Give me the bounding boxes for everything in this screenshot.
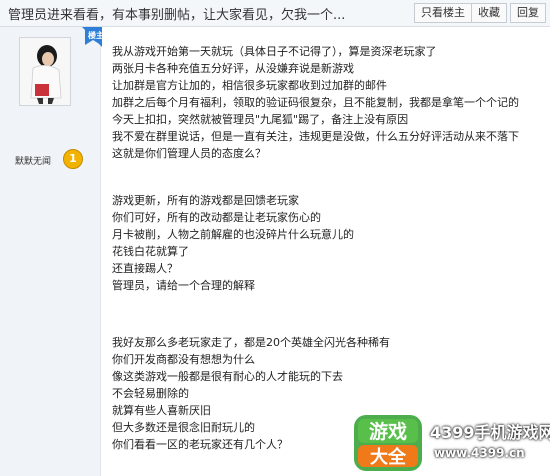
post-line: 像这类游戏一般都是很有耐心的人才能玩的下去 xyxy=(112,370,343,383)
post-line: 我不爱在群里说话，但是一直有关注，违规更是没做，什么五分好评活动从来不落下 xyxy=(112,130,519,143)
op-badge-label: 楼主 xyxy=(88,31,104,40)
paragraph-1: 我从游戏开始第一天就玩（具体日子不记得了），算是资深老玩家了 两张月卡各种充值五… xyxy=(112,43,542,162)
post-line: 花钱白花就算了 xyxy=(112,245,189,258)
post-line: 你们开发商都没有想想为什么 xyxy=(112,353,255,366)
only-author-button[interactable]: 只看楼主 xyxy=(414,3,472,23)
author-sidebar: 默默无闻 1 xyxy=(0,27,101,476)
post-line: 我好友那么多老玩家走了，都是20个英雄全闪光各种稀有 xyxy=(112,336,390,349)
watermark-logo-top: 游戏 xyxy=(369,420,407,443)
watermark-site-name: 4399手机游戏网 xyxy=(430,423,550,442)
post-line: 这就是你们管理人员的态度么？ xyxy=(112,147,266,160)
watermark-site-url: www.4399.cn xyxy=(434,446,525,460)
post-line: 今天上扣扣，突然就被管理员"九尾狐"踢了，备注上没有原因 xyxy=(112,113,409,126)
post-line: 月卡被削，人物之前解雇的也没碎片什么玩意儿的 xyxy=(112,228,354,241)
watermark-logo-bottom: 大全 xyxy=(370,446,407,468)
paragraph-2: 游戏更新，所有的游戏都是回馈老玩家 你们可好，所有的改动都是让老玩家伤心的 月卡… xyxy=(112,192,542,294)
post-line: 你们可好，所有的改动都是让老玩家伤心的 xyxy=(112,211,321,224)
post-line: 加群之后每个月有福利，领取的验证码很复杂，且不能复制，我都是拿笔一个个记的 xyxy=(112,96,519,109)
post-line: 不会轻易删除的 xyxy=(112,387,189,400)
watermark-logo-icon: 游戏 大全 xyxy=(354,415,422,471)
site-watermark: 游戏 大全 4399手机游戏网 www.4399.cn xyxy=(348,411,550,475)
post-line: 两张月卡各种充值五分好评，从没嫌弃说是新游戏 xyxy=(112,62,354,75)
thread-title: 管理员进来看看，有本事别删帖，让大家看见，欠我一个... xyxy=(8,8,346,23)
author-name[interactable]: 默默无闻 xyxy=(15,154,51,167)
post-body: 我从游戏开始第一天就玩（具体日子不记得了），算是资深老玩家了 两张月卡各种充值五… xyxy=(112,43,542,453)
favorite-button[interactable]: 收藏 xyxy=(471,3,507,23)
reply-button[interactable]: 回复 xyxy=(510,3,546,23)
post-line: 管理员，请给一个合理的解释 xyxy=(112,279,255,292)
post-line: 还直接踢人？ xyxy=(112,262,178,275)
thread-header: 管理员进来看看，有本事别删帖，让大家看见，欠我一个... 只看楼主 收藏 回复 xyxy=(0,0,550,27)
post-line: 我从游戏开始第一天就玩（具体日子不记得了），算是资深老玩家了 xyxy=(112,45,437,58)
level-badge: 1 xyxy=(63,149,83,169)
post-container: 默默无闻 1 楼主 我从游戏开始第一天就玩（具体日子不记得了），算是资深老玩家了… xyxy=(0,27,550,476)
post-line: 游戏更新，所有的游戏都是回馈老玩家 xyxy=(112,194,299,207)
avatar[interactable] xyxy=(19,37,71,106)
post-line: 让加群是官方让加的，相信很多玩家都收到过加群的邮件 xyxy=(112,79,387,92)
